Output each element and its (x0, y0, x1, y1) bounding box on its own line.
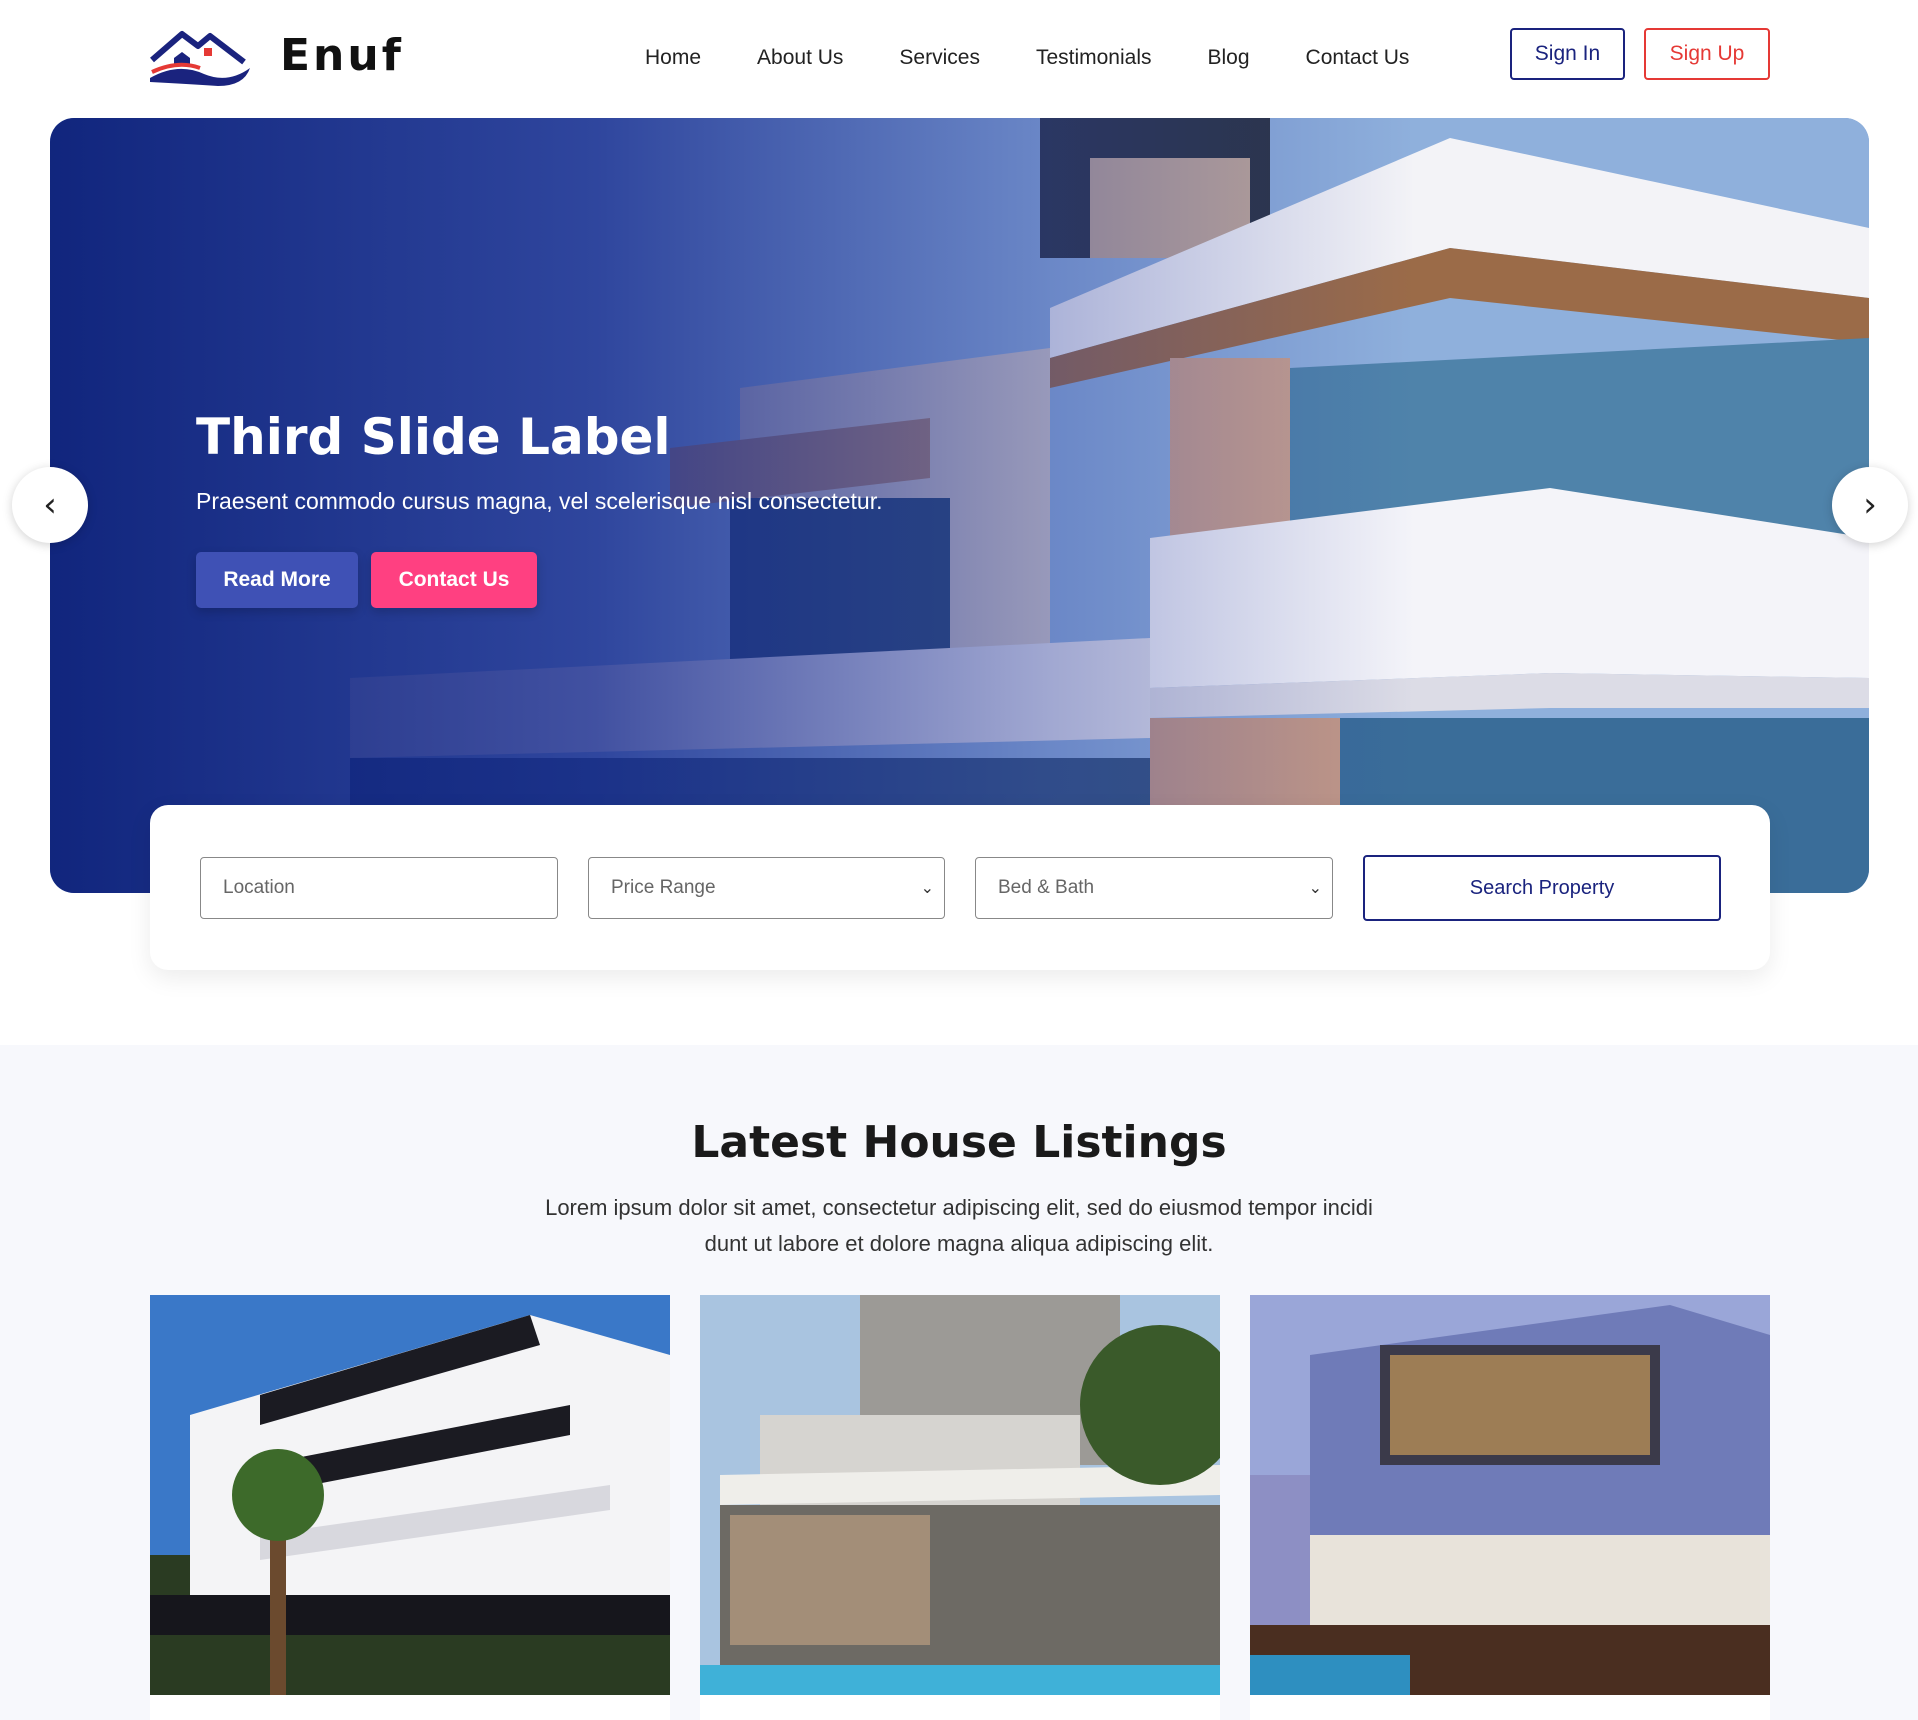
house-logo-icon (150, 31, 250, 86)
price-range-value: Price Range (611, 877, 716, 898)
main-nav: Home About Us Services Testimonials Blog… (645, 38, 1465, 78)
nav-contact-us[interactable]: Contact Us (1306, 38, 1410, 78)
hero-subtitle: Praesent commodo cursus magna, vel scele… (196, 488, 883, 514)
nav-services[interactable]: Services (899, 38, 980, 78)
sign-in-button[interactable]: Sign In (1510, 28, 1625, 80)
location-placeholder: Location (223, 877, 295, 898)
bed-bath-select[interactable]: Bed & Bath ⌄ (975, 857, 1333, 919)
read-more-button[interactable]: Read More (196, 552, 358, 608)
chevron-right-icon: › (1863, 485, 1877, 525)
nav-home[interactable]: Home (645, 38, 701, 78)
listing-card[interactable] (700, 1295, 1220, 1720)
listings-description: Lorem ipsum dolor sit amet, consectetur … (545, 1195, 1373, 1256)
listings-title: Latest House Listings (691, 1117, 1227, 1168)
hero-carousel: Third Slide Label Praesent commodo cursu… (50, 118, 1869, 893)
listing-image (1250, 1295, 1770, 1695)
bed-bath-value: Bed & Bath (998, 877, 1095, 898)
site-header: Enuf Home About Us Services Testimonials… (0, 0, 1918, 112)
nav-blog[interactable]: Blog (1208, 38, 1250, 78)
carousel-prev-button[interactable]: ‹ (12, 467, 88, 543)
contact-us-button[interactable]: Contact Us (371, 552, 537, 608)
listing-image (700, 1295, 1220, 1695)
chevron-down-icon: ⌄ (920, 880, 934, 897)
nav-about-us[interactable]: About Us (757, 38, 843, 78)
search-property-button[interactable]: Search Property (1363, 855, 1721, 921)
latest-listings-section: Latest House Listings Lorem ipsum dolor … (0, 1045, 1918, 1720)
hero-title: Third Slide Label (196, 408, 671, 466)
listing-card[interactable] (150, 1295, 670, 1720)
listing-image (150, 1295, 670, 1695)
brand-name: Enuf (280, 29, 404, 81)
property-search-form: Location Price Range ⌄ Bed & Bath ⌄ Sear… (150, 805, 1770, 970)
price-range-select[interactable]: Price Range ⌄ (588, 857, 945, 919)
logo[interactable]: Enuf (148, 20, 404, 90)
chevron-down-icon: ⌄ (1308, 880, 1322, 897)
sign-up-button[interactable]: Sign Up (1644, 28, 1770, 80)
listing-card[interactable] (1250, 1295, 1770, 1720)
carousel-next-button[interactable]: › (1832, 467, 1908, 543)
chevron-left-icon: ‹ (43, 485, 57, 525)
location-input[interactable]: Location (200, 857, 558, 919)
nav-testimonials[interactable]: Testimonials (1036, 38, 1152, 78)
